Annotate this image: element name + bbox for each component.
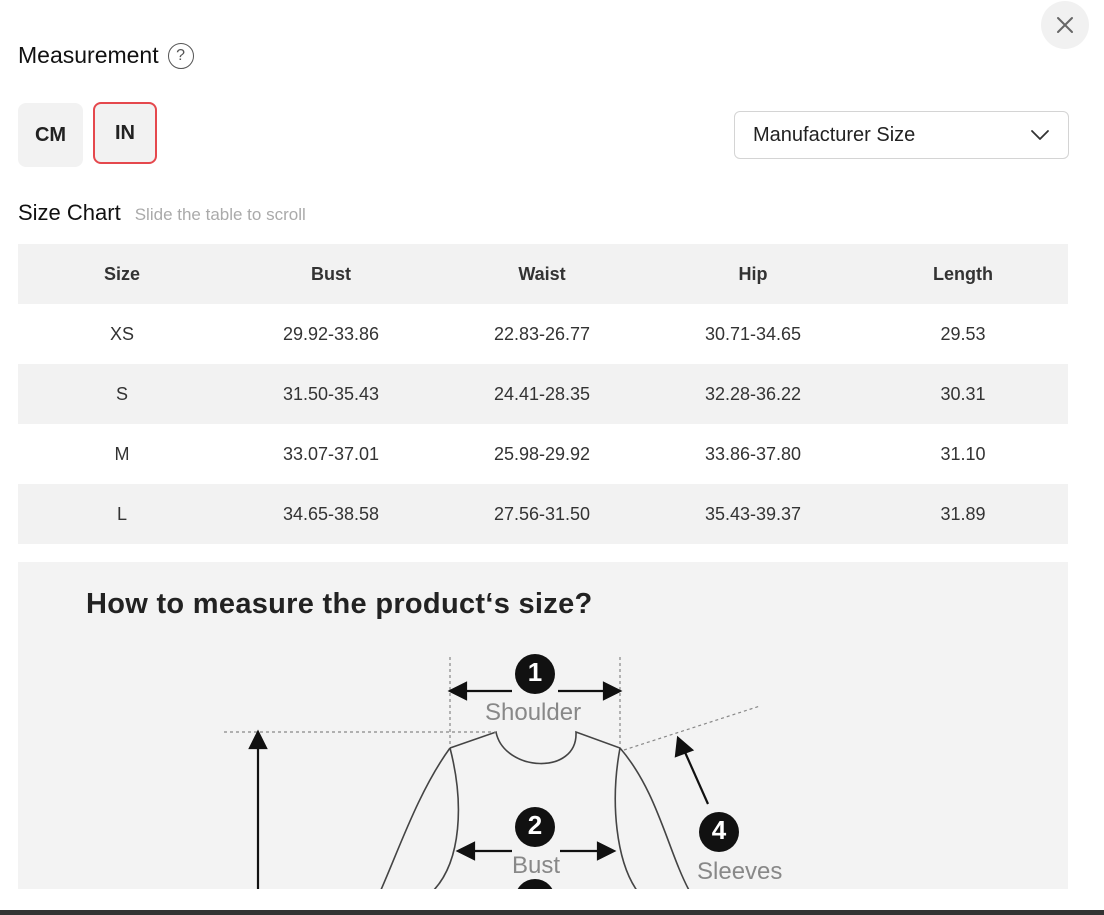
table-cell: 33.07-37.01 [282,443,380,464]
size-chart-table[interactable]: Size Bust Waist Hip Length XS 29.92-33.8… [18,244,1068,544]
unit-toggle: CM IN [18,102,157,167]
table-cell: 30.31 [858,364,1068,424]
table-cell: 24.41-28.35 [436,364,648,424]
table-cell: L [18,484,226,544]
table-row: M 33.07-37.01 25.98-29.92 33.86-37.80 31… [18,424,1068,484]
table-cell: 30.71-34.65 [704,323,802,344]
table-cell: 29.92-33.86 [282,323,380,344]
bust-number: 2 [527,810,543,840]
measurement-header: Measurement ? [18,42,194,69]
measure-guide-image: How to measure the product‘s size? 1 Sho… [18,562,1068,889]
column-header: Hip [648,244,858,304]
shoulder-label: Shoulder [485,699,582,726]
table-cell: 31.10 [940,443,986,464]
column-header: Size [18,244,226,304]
table-cell: 29.53 [940,323,986,344]
table-row: L 34.65-38.58 27.56-31.50 35.43-39.37 31… [18,484,1068,544]
page-title: Measurement [18,42,159,68]
column-header: Length [858,244,1068,304]
sleeves-label: Sleeves [697,858,783,885]
table-cell: 33.86-37.80 [704,443,802,464]
table-cell: M [114,443,130,464]
bust-label: Bust [512,852,561,879]
guide-title: How to measure the product‘s size? [86,588,593,620]
column-header: Waist [436,244,648,304]
table-cell: 32.28-36.22 [648,364,858,424]
chevron-down-icon [1031,130,1049,140]
column-header: Bust [226,244,436,304]
table-cell: 22.83-26.77 [493,323,591,344]
scroll-hint: Slide the table to scroll [134,205,306,224]
table-cell: 31.89 [858,484,1068,544]
help-icon[interactable]: ? [167,42,194,69]
unit-in-button[interactable]: IN [93,102,157,164]
table-cell: 25.98-29.92 [493,443,591,464]
size-type-select[interactable]: Manufacturer Size [734,111,1069,159]
table-cell: 35.43-39.37 [648,484,858,544]
table-cell: 31.50-35.43 [226,364,436,424]
unit-cm-button[interactable]: CM [18,103,83,167]
size-chart-heading: Size Chart Slide the table to scroll [18,200,306,226]
table-cell: S [18,364,226,424]
table-header-row: Size Bust Waist Hip Length [18,244,1068,304]
table-cell: XS [109,323,134,344]
table-row: S 31.50-35.43 24.41-28.35 32.28-36.22 30… [18,364,1068,424]
sleeves-number: 4 [711,815,727,845]
table-cell: 27.56-31.50 [436,484,648,544]
table-cell: 34.65-38.58 [226,484,436,544]
size-chart-title: Size Chart [18,200,121,225]
close-button[interactable] [1041,1,1089,49]
table-row: XS 29.92-33.86 22.83-26.77 30.71-34.65 2… [18,304,1068,364]
background-edge [0,910,1104,915]
size-type-value: Manufacturer Size [753,123,916,146]
shoulder-number: 1 [527,657,543,687]
close-icon [1057,17,1073,33]
